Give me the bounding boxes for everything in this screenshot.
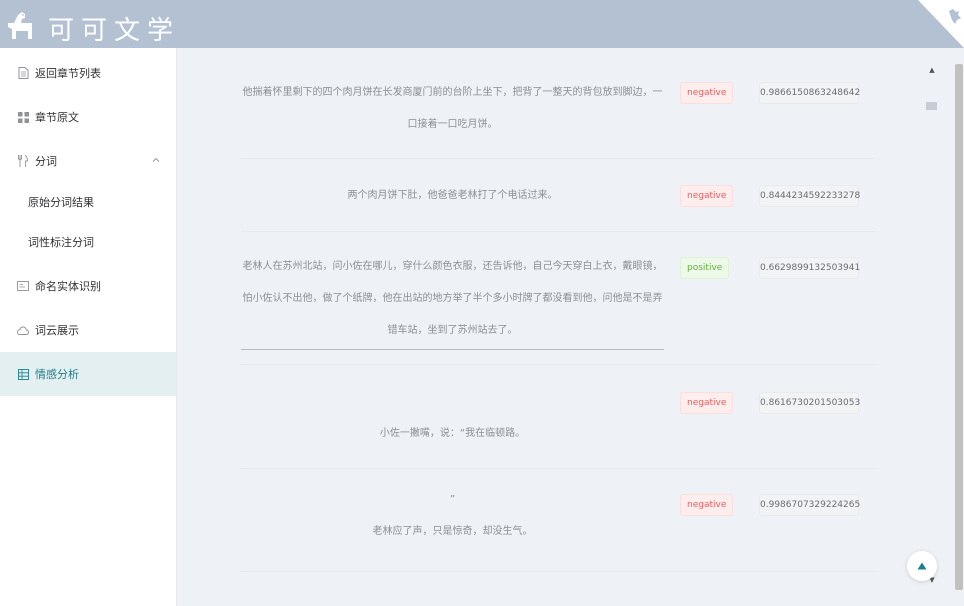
id-card-icon <box>17 280 29 292</box>
sentence-text: 他揣着怀里剩下的四个肉月饼在长发商厦门前的台阶上坐下，把背了一整天的背包放到脚边… <box>241 77 664 141</box>
sidebar-item-label: 分词 <box>35 155 57 168</box>
sentence-text: 小佐一撇嘴，说：“我在临顿路。 <box>241 418 664 450</box>
sidebar-item-label: 词云展示 <box>35 324 79 337</box>
table-row: 他揣着怀里剩下的四个肉月饼在长发商厦门前的台阶上坐下，把背了一整天的背包放到脚边… <box>241 48 875 159</box>
sentence-line: 老林应了声，只是惊奇，却没生气。 <box>372 526 533 537</box>
grid-icon <box>17 111 29 123</box>
sentiment-tag: negative <box>680 392 734 414</box>
sidebar-item-label: 情感分析 <box>35 368 79 381</box>
utensils-icon <box>17 155 29 167</box>
sentence-line: 老林人在苏州北站，问小佐在哪儿，穿什么颜色衣服，还告诉他，自己今天穿白上衣，戴眼… <box>242 261 663 272</box>
table-icon <box>17 368 29 380</box>
sidebar-item-raw-segmentation[interactable]: 原始分词结果 <box>0 181 176 223</box>
table-row: 小佐一撇嘴，说：“我在临顿路。 negative 0.8616730201503… <box>241 365 875 469</box>
page-scrollbar[interactable] <box>953 62 964 592</box>
sidebar-item-label: 词性标注分词 <box>28 236 94 249</box>
sentence-line: 小佐一撇嘴，说：“我在临顿路。 <box>379 428 526 439</box>
table-row: ” 老林应了声，只是惊奇，却没生气。 negative 0.9986707329… <box>241 469 875 572</box>
sentiment-table: 他揣着怀里剩下的四个肉月饼在长发商厦门前的台阶上坐下，把背了一整天的背包放到脚边… <box>177 48 953 606</box>
cloud-icon <box>17 324 29 336</box>
sidebar: 返回章节列表 章节原文 分词 原始分词结果 词性标注分词 命名实体识别 词云展示 <box>0 48 177 606</box>
sidebar-item-segmentation[interactable]: 分词 <box>0 139 176 183</box>
sentence-text: 老林人在苏州北站，问小佐在哪儿，穿什么颜色衣服，还告诉他，自己今天穿白上衣，戴眼… <box>241 251 664 350</box>
caret-up-icon <box>917 562 927 570</box>
sidebar-item-chapter-text[interactable]: 章节原文 <box>0 95 176 139</box>
document-icon <box>17 67 29 79</box>
sentence-line: 两个肉月饼下肚，他爸爸老林打了个电话过来。 <box>347 190 558 201</box>
sidebar-item-pos-tagging[interactable]: 词性标注分词 <box>0 221 176 263</box>
sidebar-item-label: 返回章节列表 <box>35 67 101 80</box>
sidebar-item-label: 原始分词结果 <box>28 196 94 209</box>
inner-scrollbar-thumb[interactable] <box>926 102 937 110</box>
chevron-up-icon <box>152 157 160 162</box>
sentence-line: 他揣着怀里剩下的四个肉月饼在长发商厦门前的台阶上坐下，把背了一整天的背包放到脚边… <box>242 87 663 98</box>
sentence-text: ” 老林应了声，只是惊奇，却没生气。 <box>241 484 664 548</box>
sentiment-tag: negative <box>680 185 734 207</box>
table-row: 两个肉月饼下肚，他爸爸老林打了个电话过来。 negative 0.8444234… <box>241 159 875 232</box>
sentence-line: 怕小佐认不出他，做了个纸牌，他在出站的地方举了半个多小时牌了都没看到他，问他是不… <box>242 293 663 304</box>
sentence-line: 口接着一口吃月饼。 <box>407 119 498 130</box>
github-corner-icon[interactable] <box>918 0 964 48</box>
sentiment-tag: negative <box>680 494 734 516</box>
scroll-up-arrow-icon[interactable]: ▲ <box>928 66 936 74</box>
sentiment-tag: positive <box>680 257 730 279</box>
sentiment-tag: negative <box>680 82 734 104</box>
sentiment-score: 0.9986707329224265 <box>759 494 860 516</box>
sidebar-item-ner[interactable]: 命名实体识别 <box>0 264 176 308</box>
sidebar-item-label: 命名实体识别 <box>35 280 101 293</box>
back-to-top-button[interactable] <box>907 551 937 581</box>
page-scrollbar-thumb[interactable] <box>955 64 963 590</box>
sentence-line: ” <box>449 494 456 505</box>
table-row: 老林人在苏州北站，问小佐在哪儿，穿什么颜色衣服，还告诉他，自己今天穿白上衣，戴眼… <box>241 232 875 365</box>
sentiment-score: 0.9866150863248642 <box>759 82 860 104</box>
sentiment-score: 0.6629899132503941 <box>759 257 860 279</box>
sidebar-item-sentiment-analysis[interactable]: 情感分析 <box>0 352 176 396</box>
sentence-line: 错车站，坐到了苏州站去了。 <box>387 325 518 336</box>
sentence-text: 两个肉月饼下肚，他爸爸老林打了个电话过来。 <box>241 180 664 212</box>
brand-title: 可可文学 <box>48 16 181 46</box>
app-header: 可可文学 <box>0 0 964 48</box>
sidebar-item-label: 章节原文 <box>35 111 79 124</box>
sidebar-item-back-to-chapters[interactable]: 返回章节列表 <box>0 51 176 95</box>
sidebar-item-word-cloud[interactable]: 词云展示 <box>0 308 176 352</box>
sentiment-score: 0.8616730201503053 <box>759 392 860 414</box>
sentiment-score: 0.8444234592233278 <box>759 185 860 207</box>
dog-logo-icon <box>8 12 32 39</box>
